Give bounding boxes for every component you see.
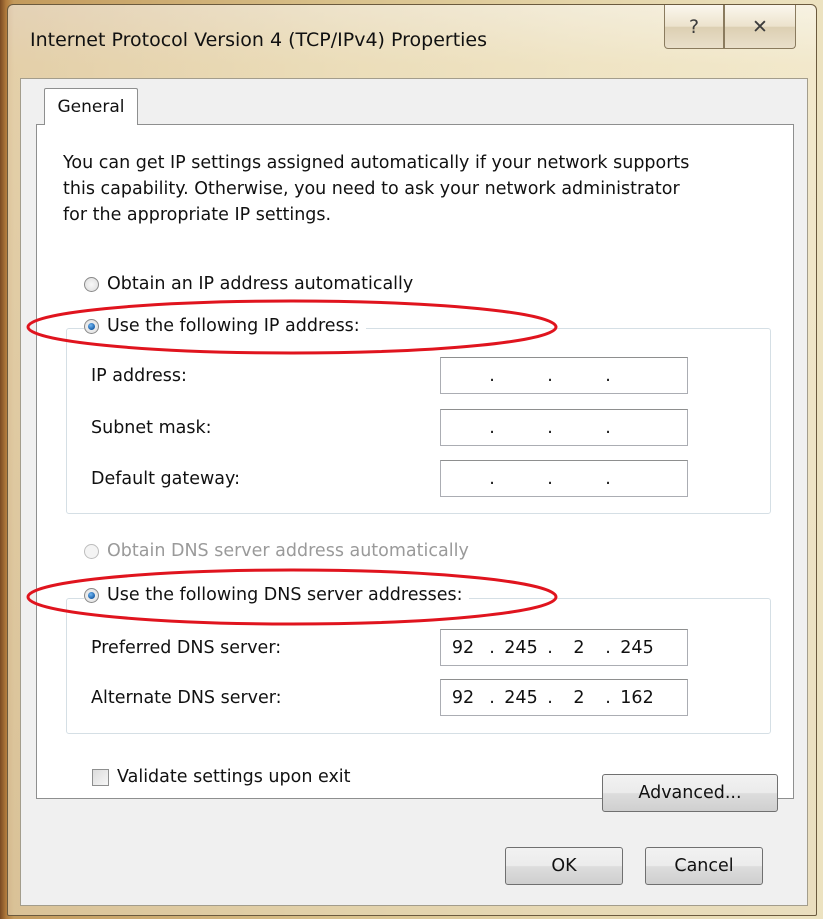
alternate-dns-input[interactable]: 92. 245. 2. 162	[440, 679, 688, 716]
preferred-dns-input[interactable]: 92. 245. 2. 245	[440, 629, 688, 666]
validate-settings-label: Validate settings upon exit	[117, 767, 351, 787]
radio-button-checked-icon	[84, 587, 99, 603]
radio-button-disabled-icon	[84, 543, 99, 559]
close-button[interactable]: ✕	[724, 5, 796, 49]
octet-1: 92	[451, 637, 475, 658]
checkbox-unchecked-icon	[92, 768, 109, 786]
tab-general[interactable]: General	[44, 88, 138, 125]
octet-2: 245	[504, 637, 538, 658]
radio-obtain-ip-auto[interactable]: Obtain an IP address automatically	[84, 274, 420, 294]
octet-4: 162	[620, 687, 654, 708]
radio-button-checked-icon	[84, 318, 99, 334]
octet-2: 245	[504, 687, 538, 708]
obtain-ip-auto-label: Obtain an IP address automatically	[107, 274, 414, 294]
default-gateway-input[interactable]: . . .	[440, 460, 688, 497]
radio-button-icon	[84, 276, 99, 292]
subnet-mask-input[interactable]: . . .	[440, 409, 688, 446]
ok-button[interactable]: OK	[505, 847, 623, 885]
help-button[interactable]: ?	[664, 5, 724, 49]
description-text: You can get IP settings assigned automat…	[63, 153, 690, 225]
octet-3: 2	[573, 687, 585, 708]
radio-obtain-dns-auto: Obtain DNS server address automatically	[84, 541, 475, 561]
use-following-ip-label: Use the following IP address:	[107, 316, 360, 336]
octet-4: 245	[620, 637, 654, 658]
window-title: Internet Protocol Version 4 (TCP/IPv4) P…	[30, 29, 488, 51]
subnet-mask-label: Subnet mask:	[91, 418, 212, 438]
cancel-button[interactable]: Cancel	[645, 847, 763, 885]
obtain-dns-auto-label: Obtain DNS server address automatically	[107, 541, 469, 561]
validate-settings-checkbox[interactable]: Validate settings upon exit	[92, 767, 351, 787]
octet-1: 92	[451, 687, 475, 708]
radio-use-following-ip[interactable]: Use the following IP address:	[84, 316, 366, 336]
alternate-dns-label: Alternate DNS server:	[91, 688, 282, 708]
ip-address-label: IP address:	[91, 366, 187, 386]
radio-use-following-dns[interactable]: Use the following DNS server addresses:	[84, 585, 469, 605]
close-icon: ✕	[752, 15, 768, 38]
advanced-button[interactable]: Advanced...	[602, 774, 778, 812]
ip-address-input[interactable]: . . .	[440, 357, 688, 394]
help-icon: ?	[688, 15, 700, 38]
preferred-dns-label: Preferred DNS server:	[91, 638, 282, 658]
octet-3: 2	[573, 637, 585, 658]
use-following-dns-label: Use the following DNS server addresses:	[107, 585, 463, 605]
default-gateway-label: Default gateway:	[91, 469, 240, 489]
